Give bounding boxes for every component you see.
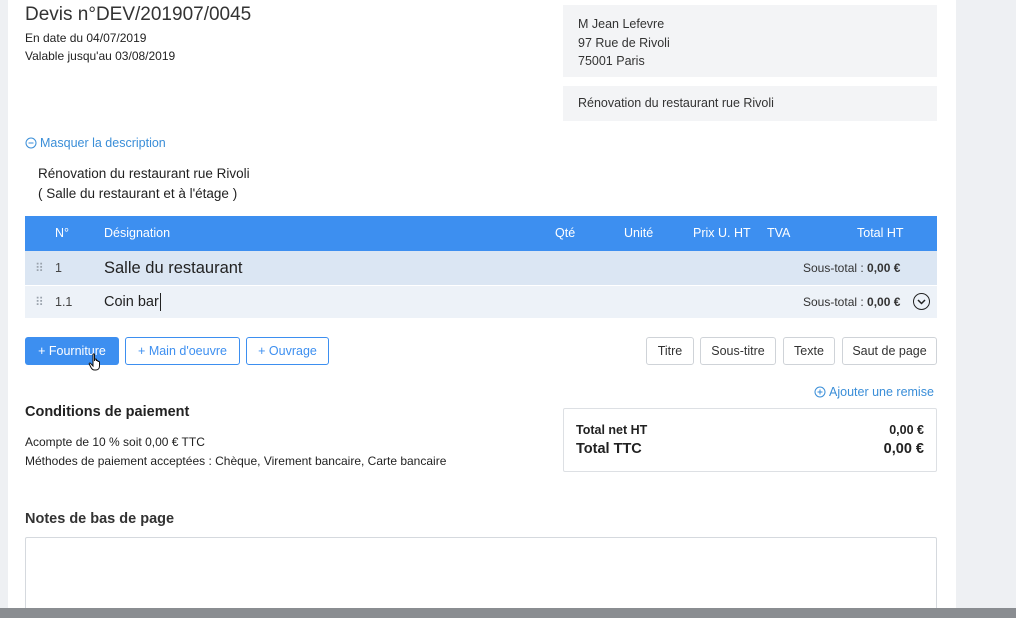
table-row-subsection[interactable]: ⠿ 1.1 Coin bar Sous-total : 0,00 €	[25, 286, 937, 318]
toggle-description-label: Masquer la description	[40, 136, 166, 150]
row-subtotal-value: 0,00 €	[867, 261, 901, 275]
column-unit-price: Prix U. HT	[693, 226, 751, 240]
client-street: 97 Rue de Rivoli	[578, 35, 670, 50]
project-name: Rénovation du restaurant rue Rivoli	[578, 96, 774, 110]
total-ttc-label: Total TTC	[576, 441, 642, 457]
row-subtotal-value: 0,00 €	[867, 295, 901, 309]
add-subtitle-button[interactable]: Sous-titre	[700, 337, 776, 365]
payment-methods[interactable]: Méthodes de paiement acceptées : Chèque,…	[25, 454, 446, 468]
client-name: M Jean Lefevre	[578, 17, 665, 31]
footer-notes-textarea[interactable]	[25, 537, 937, 617]
row-subtotal-label: Sous-total :	[803, 261, 864, 275]
add-fourniture-button[interactable]: + Fourniture	[25, 337, 119, 365]
totals-box: Total net HT 0,00 € Total TTC 0,00 €	[563, 408, 937, 472]
hand-cursor-icon	[88, 353, 100, 371]
plus-circle-icon	[814, 386, 826, 398]
row-number: 1.1	[55, 295, 73, 309]
window-bottom-bar	[0, 608, 1016, 618]
add-main-oeuvre-button[interactable]: + Main d'oeuvre	[125, 337, 240, 365]
column-unit: Unité	[624, 226, 654, 240]
table-header: N° Désignation Qté Unité Prix U. HT TVA …	[25, 216, 937, 251]
row-number: 1	[55, 261, 62, 275]
row-subtotal: Sous-total : 0,00 €	[803, 261, 900, 275]
description-text-line-2[interactable]: ( Salle du restaurant et à l'étage )	[38, 186, 237, 201]
minus-circle-icon	[25, 137, 37, 149]
footer-notes-title: Notes de bas de page	[25, 511, 175, 527]
column-num: N°	[55, 226, 70, 240]
row-subtotal: Sous-total : 0,00 €	[803, 295, 900, 309]
quote-date: En date du 04/07/2019	[25, 31, 147, 45]
total-net-value: 0,00 €	[889, 423, 924, 437]
chevron-down-icon[interactable]	[913, 293, 930, 310]
row-designation-value: Coin bar	[104, 294, 159, 310]
add-text-button[interactable]: Texte	[783, 337, 835, 365]
total-net-label: Total net HT	[576, 423, 648, 437]
column-qty: Qté	[555, 226, 576, 240]
description-text-line-1[interactable]: Rénovation du restaurant rue Rivoli	[38, 166, 250, 181]
add-ouvrage-button[interactable]: + Ouvrage	[246, 337, 329, 365]
row-designation[interactable]: Salle du restaurant	[104, 259, 243, 278]
column-total: Total HT	[857, 226, 904, 240]
payment-deposit[interactable]: Acompte de 10 % soit 0,00 € TTC	[25, 435, 205, 449]
add-title-button[interactable]: Titre	[646, 337, 694, 365]
text-caret	[159, 293, 161, 311]
quote-page: Devis n°DEV/201907/0045 En date du 04/07…	[8, 0, 956, 617]
row-subtotal-label: Sous-total :	[803, 295, 864, 309]
drag-handle-icon[interactable]: ⠿	[35, 261, 44, 275]
row-designation-input[interactable]: Coin bar	[104, 293, 161, 311]
payment-conditions-title: Conditions de paiement	[25, 404, 190, 420]
add-discount-label: Ajouter une remise	[829, 385, 934, 399]
drag-handle-icon[interactable]: ⠿	[35, 295, 44, 309]
add-discount-link[interactable]: Ajouter une remise	[814, 385, 934, 399]
table-row-section[interactable]: ⠿ 1 Salle du restaurant Sous-total : 0,0…	[25, 251, 937, 285]
project-name-box[interactable]: Rénovation du restaurant rue Rivoli	[563, 86, 937, 121]
toggle-description-link[interactable]: Masquer la description	[25, 136, 166, 150]
column-designation: Désignation	[104, 226, 171, 240]
quote-title: Devis n°DEV/201907/0045	[25, 4, 252, 25]
client-city: 75001 Paris	[578, 54, 645, 68]
client-address-box[interactable]: M Jean Lefevre 97 Rue de Rivoli 75001 Pa…	[563, 5, 937, 77]
add-page-break-button[interactable]: Saut de page	[842, 337, 937, 365]
total-ttc-value: 0,00 €	[883, 441, 924, 457]
column-vat: TVA	[767, 226, 791, 240]
quote-validity: Valable jusqu'au 03/08/2019	[25, 49, 176, 63]
